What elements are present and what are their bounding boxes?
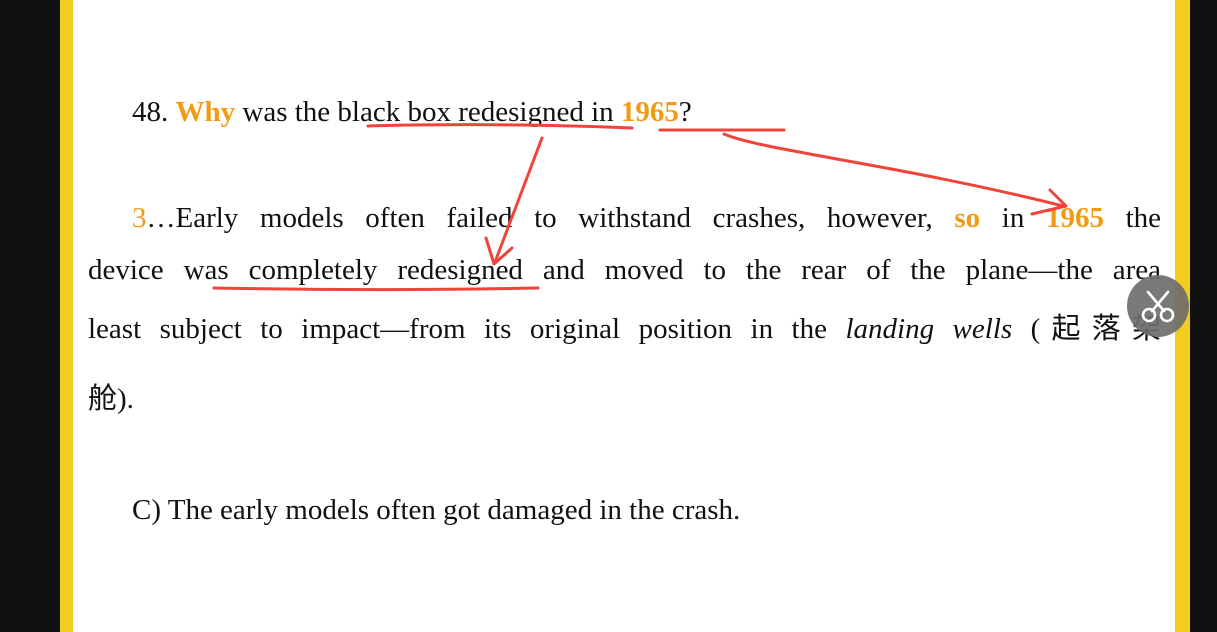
question-48: 48. Why was the black box redesigned in … bbox=[132, 94, 692, 130]
passage-the: the bbox=[1125, 202, 1162, 234]
question-end: ? bbox=[678, 96, 692, 128]
passage-in: in bbox=[1001, 202, 1025, 234]
passage-line-4: 舱). bbox=[88, 383, 134, 415]
paragraph-number: 3 bbox=[132, 202, 147, 234]
question-text: was the black box redesigned in bbox=[242, 96, 614, 128]
question-year: 1965 bbox=[620, 96, 679, 128]
screen: 48. Why was the black box redesigned in … bbox=[0, 0, 1217, 632]
passage-line-2: device was completely redesigned and mov… bbox=[88, 254, 1161, 286]
scissors-button[interactable] bbox=[1127, 275, 1189, 337]
passage-italic-term: landing wells bbox=[845, 313, 1013, 345]
scissors-icon bbox=[1141, 290, 1175, 323]
answer-option-c: C) The early models often got damaged in… bbox=[132, 494, 741, 526]
passage-line-1-text: …Early models often failed to withstand … bbox=[146, 202, 933, 234]
question-number: 48. bbox=[132, 96, 169, 128]
keyword-so: so bbox=[954, 202, 981, 234]
passage-line-3-text: least subject to impact—from its origina… bbox=[88, 313, 827, 345]
passage-line-1: 3…Early models often failed to withstand… bbox=[88, 200, 1161, 236]
question-why: Why bbox=[175, 96, 236, 128]
passage-line-3: least subject to impact—from its origina… bbox=[88, 311, 1161, 347]
passage-year: 1965 bbox=[1045, 202, 1104, 234]
